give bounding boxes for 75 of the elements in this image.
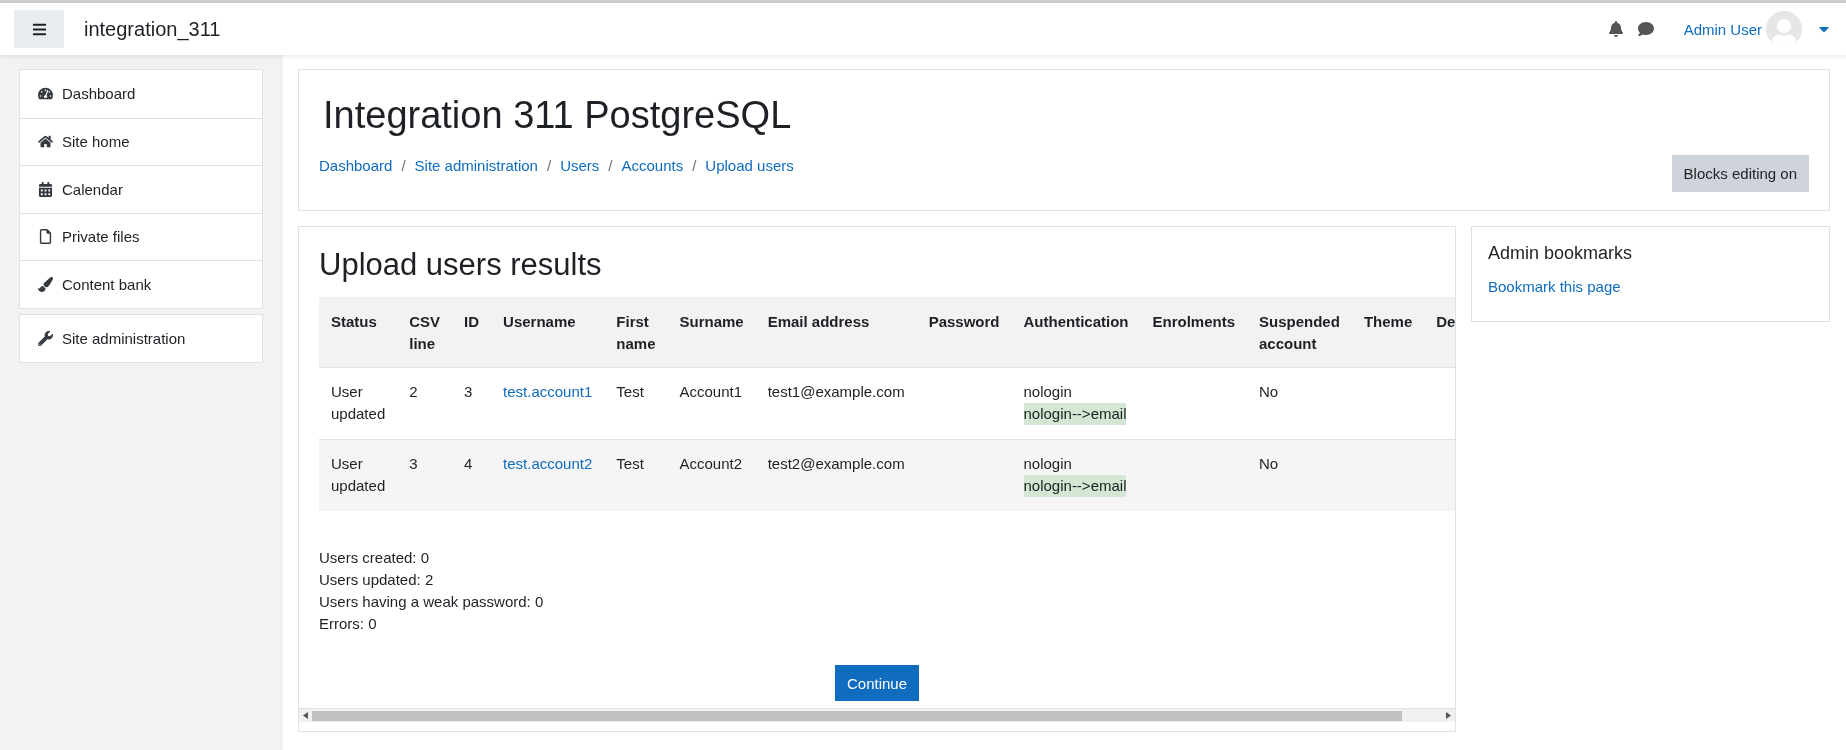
menu-icon [31,21,47,37]
site-name: integration_311 [84,17,222,41]
column-header: Username [491,297,605,368]
column-header: Enrolments [1140,297,1247,368]
gauge-icon [38,86,54,102]
breadcrumb-separator: / [608,157,613,174]
file-icon [38,229,54,245]
table-cell-text: nologin [1023,454,1072,474]
user-name-link[interactable]: Admin User [1683,20,1762,38]
table-cell: test1@example.com [767,383,905,400]
changed-value: nologin-->email [1023,403,1127,425]
messages-button[interactable] [1637,21,1654,37]
horizontal-scrollbar[interactable] [299,708,1455,722]
table-cell: 2 [409,383,418,400]
nav-item[interactable]: Dashboard [20,70,262,118]
scroll-left-icon [303,712,308,719]
breadcrumb-separator: / [546,157,552,174]
calendar-icon [38,181,54,197]
block-title: Admin bookmarks [1488,243,1634,264]
nav-item[interactable]: Private files [20,212,262,260]
page-title: Integration 311 PostgreSQL [323,94,793,137]
table-cell: 4 [464,455,473,472]
bell-icon [1607,21,1624,37]
wrench-icon [38,330,54,346]
summary-line: Users updated: 2 [319,570,435,590]
column-header: Password [916,297,1012,368]
table-cell: User updated [331,383,386,422]
breadcrumb-link[interactable]: Upload users [705,157,794,174]
breadcrumb-link[interactable]: Users [560,157,600,174]
column-header: ID [452,297,492,368]
nav-item[interactable]: Site administration [20,314,262,362]
column-header: Theme [1351,297,1425,368]
summary-line: Errors: 0 [319,614,378,634]
continue-button[interactable]: Continue [834,665,919,701]
blocks-editing-button[interactable]: Blocks editing on [1671,155,1809,192]
breadcrumb-separator: / [692,157,697,174]
breadcrumb-link[interactable]: Site administration [414,157,538,174]
table-cell: No [1259,383,1279,400]
speech-bubble-icon [1637,21,1654,37]
nav-item[interactable]: Content bank [20,260,262,308]
table-cell: Account1 [679,383,742,400]
column-header: Suspended account [1247,297,1352,368]
column-header: Email address [755,297,917,368]
column-header: De [1424,297,1455,368]
bookmark-link[interactable]: Bookmark this page [1488,278,1813,295]
breadcrumb-separator: / [401,157,406,174]
table-cell: Test [616,383,644,400]
table-cell: 3 [464,383,473,400]
summary-line: Users created: 0 [319,548,431,568]
column-header: Status [319,297,398,368]
table-cell: Test [616,455,644,472]
summary-line: Users having a weak password: 0 [319,592,545,612]
table-cell-text: nologin [1023,382,1072,402]
table-cell: User updated [331,455,386,494]
nav-item[interactable]: Site home [20,117,262,165]
scroll-right-icon [1446,712,1451,719]
results-heading: Upload users results [319,247,603,283]
menu-button[interactable] [14,10,64,48]
table-cell: 3 [409,455,418,472]
changed-value: nologin-->email [1023,475,1127,497]
column-header: Authentication [1011,297,1141,368]
breadcrumb-link[interactable]: Accounts [621,157,684,174]
column-header: CSV line [397,297,453,368]
nav-item[interactable]: Calendar [20,165,262,213]
breadcrumb-link[interactable]: Dashboard [319,157,393,174]
brush-icon [38,276,54,292]
table-cell: Account2 [679,455,742,472]
table-cell: test2@example.com [767,455,905,472]
username-link[interactable]: test.account2 [503,455,593,472]
username-link[interactable]: test.account1 [503,383,593,400]
home-icon [38,134,54,150]
column-header: First name [604,297,668,368]
table-cell: No [1259,455,1279,472]
notifications-button[interactable] [1607,21,1624,37]
column-header: Surname [667,297,756,368]
